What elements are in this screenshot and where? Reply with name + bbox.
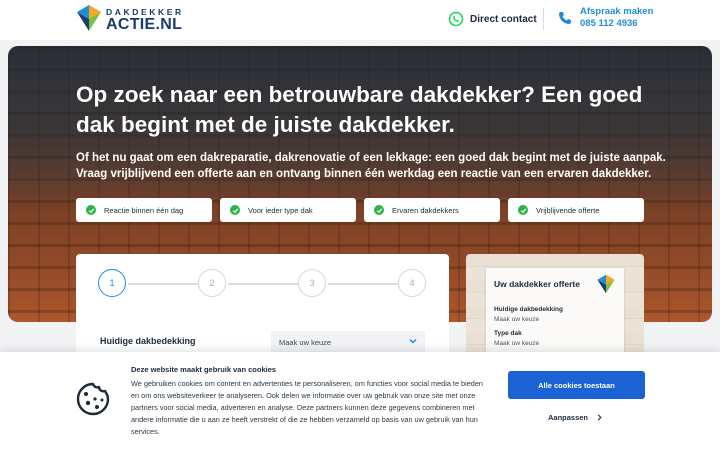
usp-item: Ervaren dakdekkers xyxy=(364,198,500,222)
direct-contact-link[interactable]: Direct contact xyxy=(448,10,537,28)
cookie-text: We gebruiken cookies om content en adver… xyxy=(131,379,483,437)
summary-row-label: Type dak xyxy=(494,330,522,337)
hero-title: Op zoek naar een betrouwbare dakdekker? … xyxy=(76,82,643,137)
cookie-banner: Deze website maakt gebruik van cookies W… xyxy=(0,352,720,450)
logo-wordmark: ACTIE.NL xyxy=(106,16,183,33)
phone-appointment-link[interactable]: Afspraak maken 085 112 4936 xyxy=(558,6,653,30)
usp-label: Voor ieder type dak xyxy=(248,205,313,215)
quote-summary-title: Uw dakdekker offerte xyxy=(494,279,580,289)
logo-mark-icon xyxy=(77,5,101,31)
usp-item: Voor ieder type dak xyxy=(220,198,356,222)
step-4[interactable]: 4 xyxy=(398,269,426,297)
usp-label: Reactie binnen één dag xyxy=(104,205,184,215)
direct-contact-label: Direct contact xyxy=(470,13,537,25)
whatsapp-icon xyxy=(448,11,464,27)
header-divider xyxy=(543,8,544,30)
current-roofing-select[interactable]: Maak uw keuze xyxy=(271,331,425,353)
usp-list: Reactie binnen één dag Voor ieder type d… xyxy=(76,198,644,222)
quote-summary-card: Uw dakdekker offerte Huidige dakbedekkin… xyxy=(466,254,644,364)
quote-summary-paper: Uw dakdekker offerte Huidige dakbedekkin… xyxy=(486,268,624,364)
usp-label: Vrijblijvende offerte xyxy=(536,205,600,215)
check-icon xyxy=(374,205,384,215)
chevron-down-icon xyxy=(409,338,417,344)
step-indicator: 1 2 3 4 xyxy=(98,269,428,299)
phone-number: 085 112 4936 xyxy=(580,18,638,29)
summary-row-value: Maak uw keuze xyxy=(494,316,540,323)
phone-icon xyxy=(559,12,571,24)
adjust-cookies-label: Aanpassen xyxy=(548,412,589,422)
current-roofing-label: Huidige dakbedekking xyxy=(100,336,196,346)
hero-subtitle: Of het nu gaat om een dakreparatie, dakr… xyxy=(76,152,666,180)
site-header: DAKDEKKER ACTIE.NL Direct contact Afspra… xyxy=(0,0,720,40)
cookie-title: Deze website maakt gebruik van cookies xyxy=(131,365,277,374)
step-2[interactable]: 2 xyxy=(198,269,226,297)
accept-all-cookies-button[interactable]: Alle cookies toestaan xyxy=(508,371,645,399)
chevron-right-icon xyxy=(597,413,602,421)
check-icon xyxy=(86,205,96,215)
summary-row-value: Maak uw keuze xyxy=(494,340,540,347)
summary-row-label: Huidige dakbedekking xyxy=(494,306,563,313)
step-connector xyxy=(328,283,398,285)
logo-mark-icon xyxy=(597,274,615,294)
adjust-cookies-button[interactable]: Aanpassen xyxy=(548,410,603,424)
usp-item: Vrijblijvende offerte xyxy=(508,198,644,222)
usp-label: Ervaren dakdekkers xyxy=(392,205,459,215)
check-icon xyxy=(518,205,528,215)
appointment-label: Afspraak maken xyxy=(580,6,654,17)
step-connector xyxy=(128,283,198,285)
usp-item: Reactie binnen één dag xyxy=(76,198,212,222)
select-value: Maak uw keuze xyxy=(279,337,332,347)
quote-form: 1 2 3 4 Huidige dakbedekking Maak uw keu… xyxy=(76,254,449,364)
step-3[interactable]: 3 xyxy=(298,269,326,297)
step-connector xyxy=(228,283,298,285)
step-1[interactable]: 1 xyxy=(98,269,126,297)
logo[interactable]: DAKDEKKER ACTIE.NL xyxy=(76,4,186,33)
check-icon xyxy=(230,205,240,215)
cookie-icon xyxy=(76,382,110,416)
